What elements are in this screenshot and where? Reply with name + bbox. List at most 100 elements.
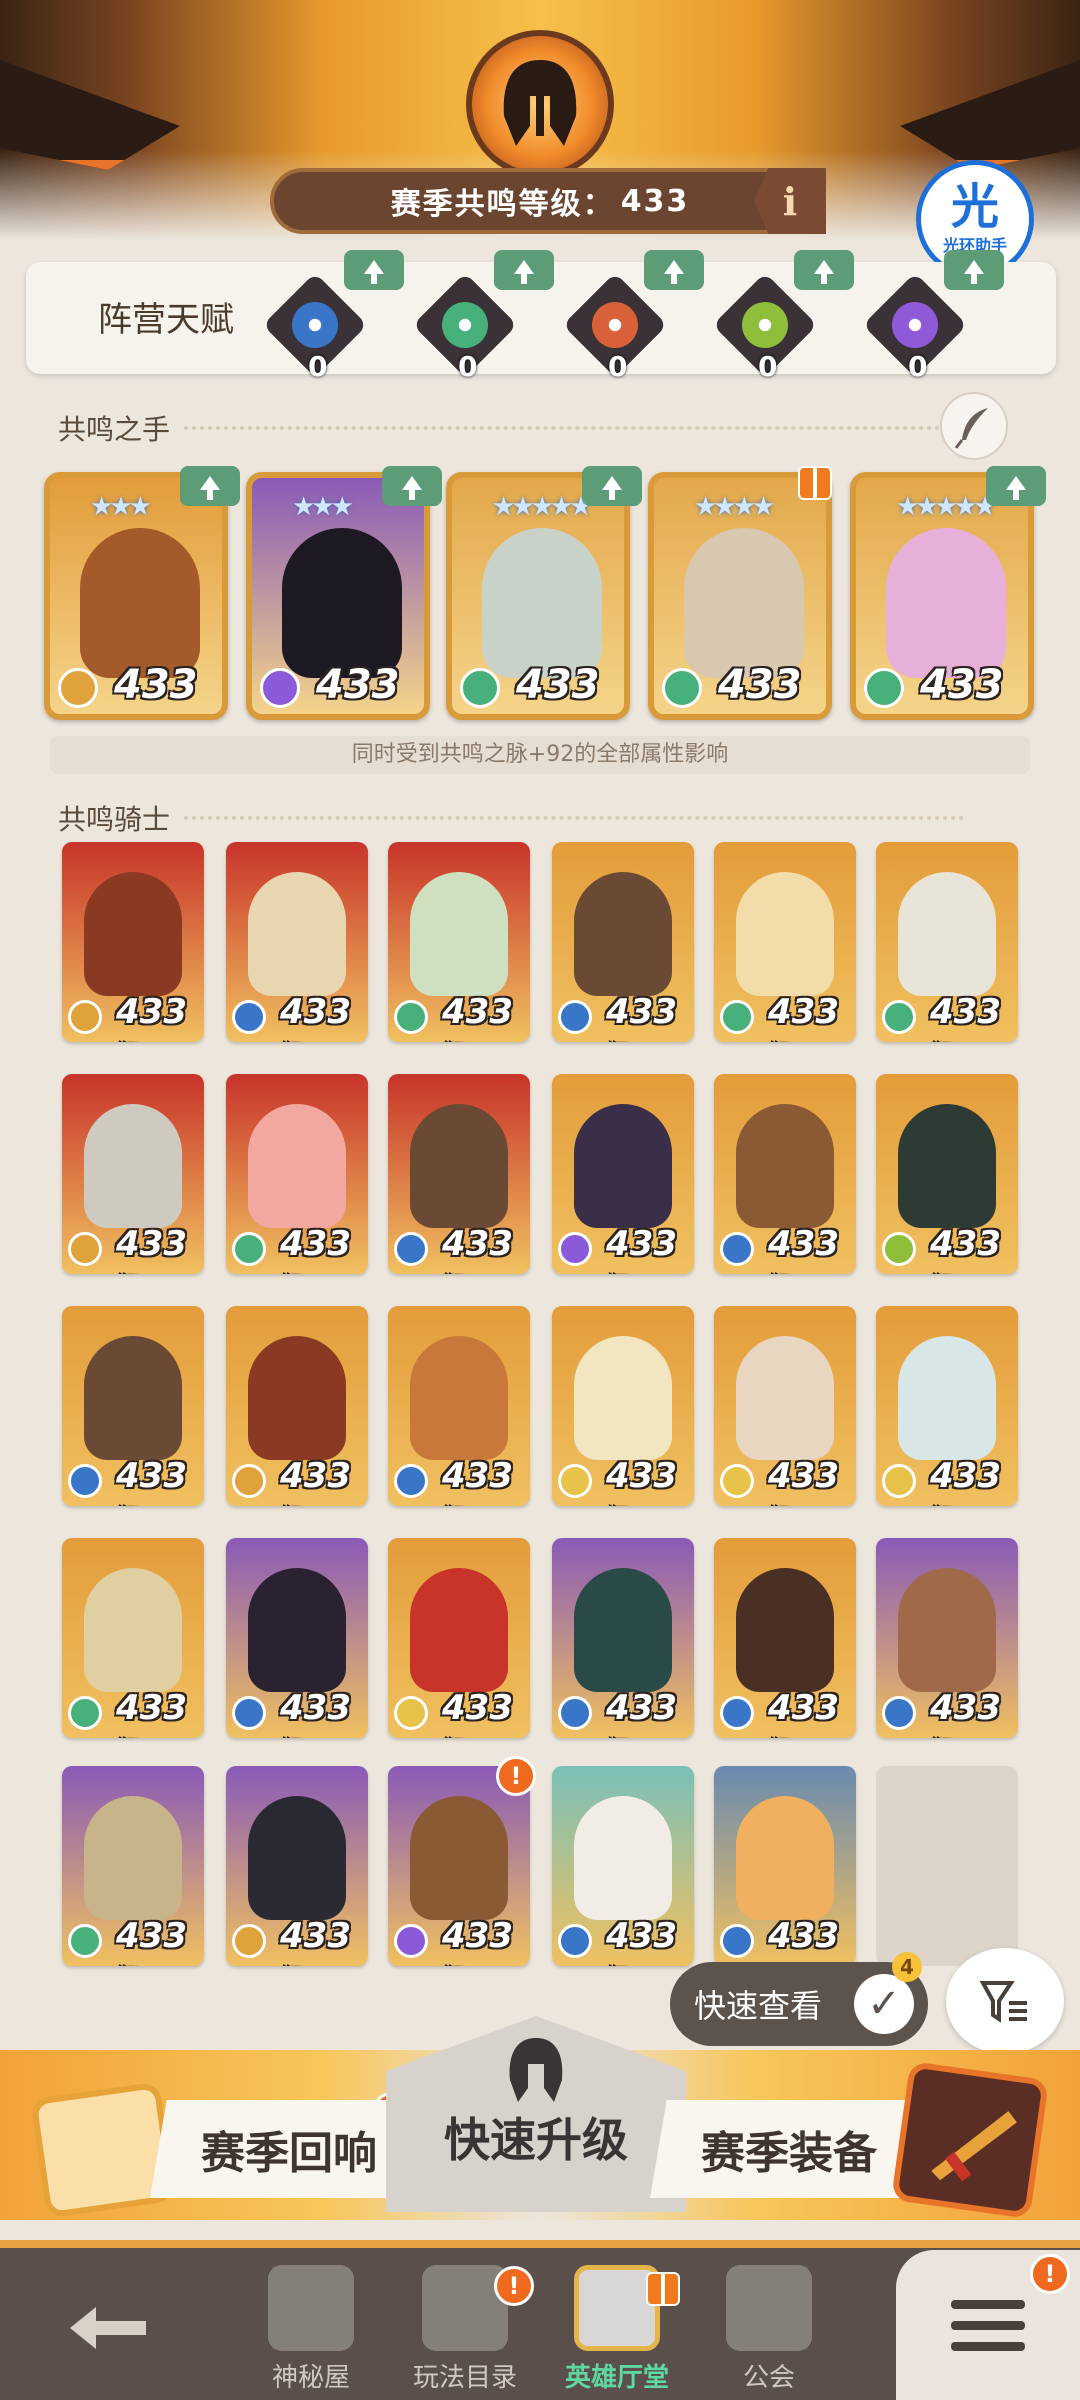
filter-icon: [979, 1981, 1027, 2023]
hero-level: 433级: [280, 1688, 351, 1738]
hero-card[interactable]: 433级: [388, 842, 530, 1042]
hero-card[interactable]: 433级: [552, 1306, 694, 1506]
hero-card[interactable]: 433级: [388, 1306, 530, 1506]
tower-icon: [268, 2265, 354, 2351]
faction-icon: [558, 1000, 592, 1034]
hero-level: 433级: [606, 1456, 677, 1506]
hero-portrait: [282, 528, 402, 678]
hero-card[interactable]: 433级: [714, 1766, 856, 1966]
hero-portrait: [574, 1104, 672, 1228]
upgrade-arrow-icon[interactable]: [644, 250, 704, 290]
hero-card[interactable]: 433级: [714, 842, 856, 1042]
hero-level: 433级: [442, 1688, 513, 1738]
hero-card[interactable]: 433级: [226, 1766, 368, 1966]
info-button[interactable]: i: [754, 168, 826, 234]
upgrade-arrow-icon[interactable]: [794, 250, 854, 290]
faction-icon: [720, 1000, 754, 1034]
hero-card[interactable]: 433级: [876, 1538, 1018, 1738]
hero-card[interactable]: 433级: [388, 1538, 530, 1738]
resonance-knights-title: 共鸣骑士: [58, 803, 171, 836]
faction-icon: [558, 1924, 592, 1958]
hero-card[interactable]: 433级: [226, 1306, 368, 1506]
quick-view-button[interactable]: 快速查看 ✓ 4: [670, 1952, 928, 2046]
hero-card[interactable]: 433级: [388, 1074, 530, 1274]
upgrade-arrow-icon[interactable]: [494, 250, 554, 290]
hero-level: 433级: [280, 1916, 351, 1966]
season-level-label: 赛季共鸣等级：: [390, 187, 615, 222]
hero-card[interactable]: 433级: [552, 1538, 694, 1738]
hero-card[interactable]: 433级: [714, 1306, 856, 1506]
hero-portrait: [248, 872, 346, 996]
hero-hall-gift-icon: [646, 2272, 680, 2306]
upgrade-arrow-icon[interactable]: [582, 466, 642, 506]
hero-card[interactable]: 433级: [552, 1074, 694, 1274]
hero-level: 433级: [280, 1224, 351, 1274]
hero-level: 433级: [442, 1456, 513, 1506]
upgrade-arrow-icon[interactable]: [382, 466, 442, 506]
season-level-bar: 赛季共鸣等级： 433: [270, 168, 810, 234]
upgrade-arrow-icon[interactable]: [180, 466, 240, 506]
nav-item-label: 英雄厅堂: [564, 2363, 669, 2393]
hero-level: 433级: [116, 1224, 187, 1274]
hero-portrait: [248, 1568, 346, 1692]
hero-card[interactable]: 433级: [388, 1766, 530, 1966]
upgrade-arrow-icon[interactable]: [944, 250, 1004, 290]
alert-icon: !: [496, 1756, 536, 1796]
season-gear-button[interactable]: 赛季装备: [650, 2100, 928, 2198]
resonance-hand-card[interactable]: ★★★★ 433级: [648, 472, 832, 720]
nav-item-mystery-house[interactable]: 神秘屋: [236, 2250, 386, 2400]
hero-portrait: [574, 1336, 672, 1460]
faction-icon: [720, 1464, 754, 1498]
hero-card[interactable]: 433级: [552, 842, 694, 1042]
hero-portrait: [736, 1796, 834, 1920]
hero-portrait: [248, 1104, 346, 1228]
faction-slot-wilder[interactable]: 0: [412, 272, 518, 383]
hero-card[interactable]: 433级: [552, 1766, 694, 1966]
hero-portrait: [684, 528, 804, 678]
hero-card[interactable]: 433级: [876, 842, 1018, 1042]
quick-view-label: 快速查看: [694, 1987, 823, 2025]
hero-level: 433级: [316, 662, 400, 708]
resonance-note: 同时受到共鸣之脉+92的全部属性影响: [50, 736, 1030, 774]
resonance-hand-card[interactable]: ★★★★★ 433级: [446, 472, 630, 720]
game-modes-alert-icon: !: [494, 2266, 534, 2306]
faction-icon: [58, 668, 98, 708]
upgrade-arrow-icon[interactable]: [344, 250, 404, 290]
faction-slot-celestial[interactable]: 0: [862, 272, 968, 383]
quill-edit-icon[interactable]: [940, 392, 1008, 460]
hero-portrait: [248, 1796, 346, 1920]
filter-button[interactable]: [946, 1948, 1064, 2054]
nav-item-guild[interactable]: 公会: [694, 2250, 844, 2400]
crossed-swords-icon: [726, 2265, 812, 2351]
season-gear-icon[interactable]: [890, 2060, 1050, 2220]
faction-icon: [394, 1464, 428, 1498]
upgrade-arrow-icon[interactable]: [986, 466, 1046, 506]
resonance-hand-card[interactable]: ★★★ 433级: [44, 472, 228, 720]
faction-icon: [882, 1000, 916, 1034]
faction-slot-mauler[interactable]: 0: [712, 272, 818, 383]
resonance-hand-card[interactable]: ★★★★★ 433级: [850, 472, 1034, 720]
hero-card[interactable]: 433级: [714, 1074, 856, 1274]
hero-level: 433级: [930, 1688, 1001, 1738]
hero-card[interactable]: 433级: [876, 1306, 1018, 1506]
hero-card[interactable]: 433级: [226, 1074, 368, 1274]
hero-level: 433级: [768, 1456, 839, 1506]
faction-slot-graveborn[interactable]: 0: [562, 272, 668, 383]
helmet-icon: [509, 2038, 563, 2102]
back-button[interactable]: [48, 2280, 168, 2376]
resonance-hand-card[interactable]: ★★★ 433级: [246, 472, 430, 720]
hero-card[interactable]: 433级: [226, 1538, 368, 1738]
hero-card[interactable]: 433级: [876, 1074, 1018, 1274]
hero-portrait: [736, 1104, 834, 1228]
quick-upgrade-button[interactable]: 快速升级: [386, 2016, 686, 2212]
hero-card[interactable]: 433级: [62, 1074, 204, 1274]
hero-card[interactable]: 433级: [714, 1538, 856, 1738]
hero-card[interactable]: 433级: [62, 1306, 204, 1506]
hero-card[interactable]: 433级: [62, 842, 204, 1042]
hero-card[interactable]: 433级: [62, 1538, 204, 1738]
hero-card[interactable]: 433级: [226, 842, 368, 1042]
hero-card[interactable]: 433级: [62, 1766, 204, 1966]
season-level-value: 433: [620, 183, 690, 219]
faction-icon: [260, 668, 300, 708]
faction-slot-lightbearer[interactable]: 0: [262, 272, 368, 383]
